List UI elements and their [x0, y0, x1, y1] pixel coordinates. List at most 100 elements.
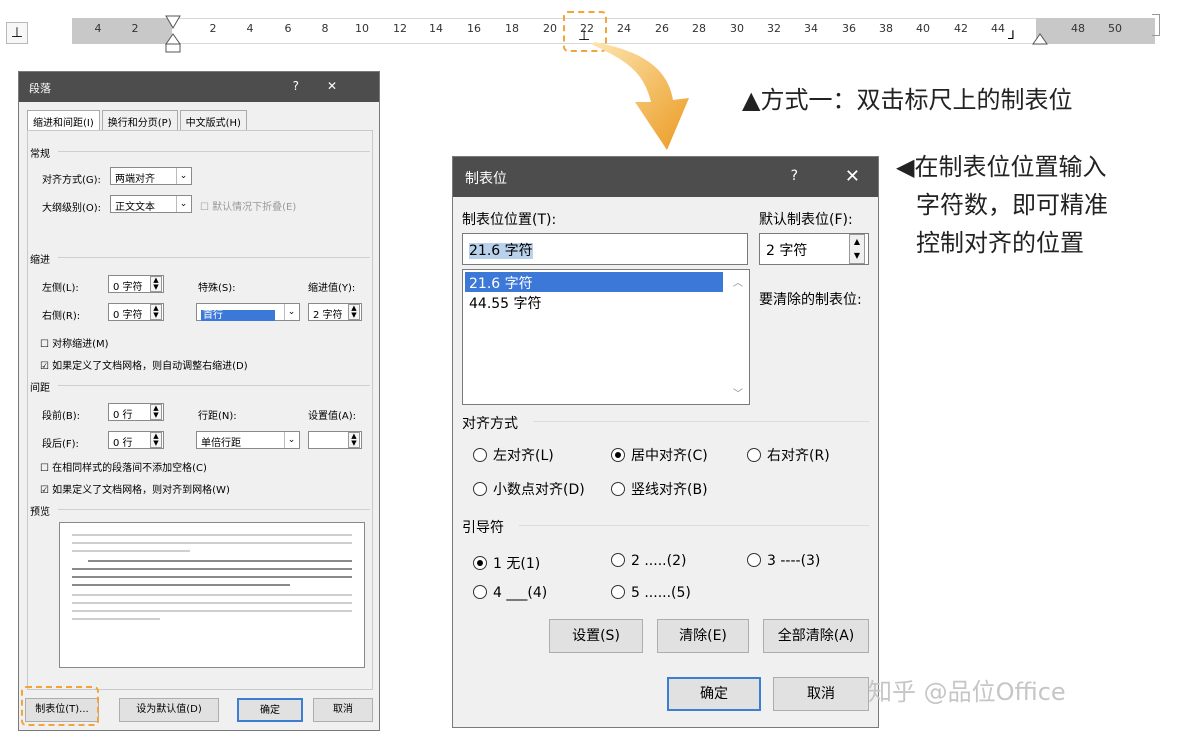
ok-button[interactable]: 确定	[667, 677, 761, 711]
align-right-label: 右对齐(R)	[767, 448, 830, 464]
ruler-tick: 24	[617, 22, 631, 35]
right-tab-stop-icon[interactable]: ⅃	[1008, 28, 1015, 42]
help-button[interactable]: ?	[791, 168, 798, 184]
radio-leader-1[interactable]: 1 无(1)	[473, 553, 540, 573]
leader-3-label: 3 ----(3)	[767, 553, 821, 569]
radio-leader-2[interactable]: 2 .....(2)	[611, 553, 686, 569]
align-center-label: 居中对齐(C)	[631, 448, 708, 464]
radio-align-right[interactable]: 右对齐(R)	[747, 445, 830, 465]
tab-indent-spacing[interactable]: 缩进和间距(I)	[27, 110, 100, 132]
chevron-down-icon[interactable]: ﹀	[727, 385, 749, 400]
radio-align-bar[interactable]: 竖线对齐(B)	[611, 479, 708, 499]
leader-2-label: 2 .....(2)	[631, 553, 687, 569]
spinner-icon[interactable]: ▲ ▼	[150, 404, 162, 420]
after-value: 0 行	[113, 438, 133, 449]
auto-adjust-checkbox[interactable]: ☑ 如果定义了文档网格，则自动调整右缩进(D)	[40, 357, 248, 372]
ruler-tick: 4	[94, 22, 102, 35]
tab-position-label: 制表位位置(T):	[462, 212, 557, 228]
spinner-icon[interactable]: ▲ ▼	[348, 432, 360, 448]
ruler-tick: 8	[321, 22, 329, 35]
radio-dot	[611, 448, 625, 462]
radio-leader-5[interactable]: 5 ......(5)	[611, 585, 691, 601]
no-space-label: 在相同样式的段落间不添加空格(C)	[52, 463, 207, 474]
chevron-down-icon[interactable]: ⌄	[176, 168, 190, 184]
ruler-tick: 2	[131, 22, 139, 35]
chevron-down-icon[interactable]: ⌄	[284, 432, 298, 448]
chevron-down-icon[interactable]: ⌄	[176, 196, 190, 212]
tab-line-page-breaks[interactable]: 换行和分页(P)	[101, 110, 178, 132]
list-scrollbar[interactable]: ︿ ﹀	[727, 270, 749, 404]
spinner-icon[interactable]: ▲ ▼	[150, 432, 162, 448]
list-item[interactable]: 44.55 字符	[465, 292, 723, 312]
mirror-checkbox[interactable]: ☐ 对称缩进(M)	[40, 335, 109, 350]
spinner-icon[interactable]: ▲ ▼	[849, 234, 865, 264]
align-decimal-label: 小数点对齐(D)	[493, 482, 585, 498]
ruler-right-margin	[1036, 18, 1155, 44]
radio-align-left[interactable]: 左对齐(L)	[473, 445, 554, 465]
after-label: 段后(F):	[42, 439, 79, 450]
tab-selector-button[interactable]: ⊥	[6, 22, 28, 44]
clear-button[interactable]: 清除(E)	[657, 619, 749, 653]
ruler-tick: 40	[916, 22, 930, 35]
ok-button[interactable]: 确定	[237, 698, 303, 722]
right-indent-value: 0 字符	[113, 310, 143, 321]
tabs-button-highlight	[21, 686, 99, 726]
radio-align-decimal[interactable]: 小数点对齐(D)	[473, 479, 585, 499]
help-button[interactable]: ?	[293, 79, 327, 93]
section-spacing: 间距	[30, 383, 50, 394]
no-space-checkbox[interactable]: ☐ 在相同样式的段落间不添加空格(C)	[40, 459, 207, 474]
preview-lines	[72, 534, 352, 620]
divider	[519, 525, 869, 526]
left-indent-label: 左侧(L):	[42, 283, 79, 294]
radio-leader-3[interactable]: 3 ----(3)	[747, 553, 820, 569]
right-indent-label: 右侧(R):	[42, 311, 81, 322]
leader-4-label: 4 ___(4)	[493, 585, 548, 601]
mirror-label: 对称缩进(M)	[52, 339, 109, 350]
collapse-checkbox: ☐ 默认情况下折叠(E)	[200, 202, 297, 213]
divider	[533, 421, 869, 422]
line-spacing-value: 单倍行距	[201, 438, 241, 449]
special-label: 特殊(S):	[198, 283, 236, 294]
clear-all-button[interactable]: 全部清除(A)	[763, 619, 869, 653]
ruler-tick: 2	[209, 22, 217, 35]
leader-group-label: 引导符	[462, 520, 504, 536]
close-icon[interactable]: ✕	[845, 166, 860, 187]
paragraph-title-controls: ?✕	[293, 79, 365, 93]
ruler-tick: 30	[730, 22, 744, 35]
chevron-up-icon[interactable]: ︿	[727, 274, 749, 289]
cancel-button[interactable]: 取消	[773, 677, 869, 711]
annotation-line3: 控制对齐的位置	[916, 229, 1084, 257]
ruler-tick: 16	[467, 22, 481, 35]
spinner-icon[interactable]: ▲ ▼	[348, 304, 360, 320]
chevron-down-icon[interactable]: ⌄	[284, 304, 298, 320]
line-spacing-label: 行距(N):	[198, 411, 237, 422]
tab-asian-typography[interactable]: 中文版式(H)	[179, 110, 247, 132]
first-line-indent-marker[interactable]	[162, 14, 184, 54]
set-default-button[interactable]: 设为默认值(D)	[119, 698, 219, 722]
spinner-icon[interactable]: ▲ ▼	[150, 304, 162, 320]
before-value: 0 行	[113, 410, 133, 421]
ruler-tick: 20	[543, 22, 557, 35]
radio-align-center[interactable]: 居中对齐(C)	[611, 445, 708, 465]
radio-dot	[611, 585, 625, 599]
set-button[interactable]: 设置(S)	[549, 619, 643, 653]
alignment-group-label: 对齐方式	[462, 416, 518, 432]
section-general: 常规	[30, 149, 50, 160]
ruler-tick: 32	[767, 22, 781, 35]
before-label: 段前(B):	[42, 411, 81, 422]
close-icon[interactable]: ✕	[327, 79, 365, 93]
snap-grid-checkbox[interactable]: ☑ 如果定义了文档网格，则对齐到网格(W)	[40, 481, 230, 496]
spinner-icon[interactable]: ▲ ▼	[150, 276, 162, 292]
align-left-label: 左对齐(L)	[493, 448, 554, 464]
tab-stop-list[interactable]: 21.6 字符 44.55 字符 ︿ ﹀	[462, 269, 750, 405]
tab-position-input[interactable]: 21.6 字符	[462, 233, 748, 265]
tabs-titlebar: 制表位 ? ✕	[453, 157, 878, 197]
cancel-button[interactable]: 取消	[313, 698, 373, 722]
right-indent-marker[interactable]	[1029, 20, 1051, 48]
ruler-tick: 6	[284, 22, 292, 35]
tabs-dialog: 制表位 ? ✕ 制表位位置(T): 21.6 字符 默认制表位(F): 2 字符…	[452, 156, 879, 728]
paragraph-title: 段落	[29, 82, 51, 95]
annotation-method1: ▲方式一：双击标尺上的制表位	[742, 86, 1073, 114]
radio-leader-4[interactable]: 4 ___(4)	[473, 585, 547, 601]
list-item[interactable]: 21.6 字符	[465, 272, 723, 292]
